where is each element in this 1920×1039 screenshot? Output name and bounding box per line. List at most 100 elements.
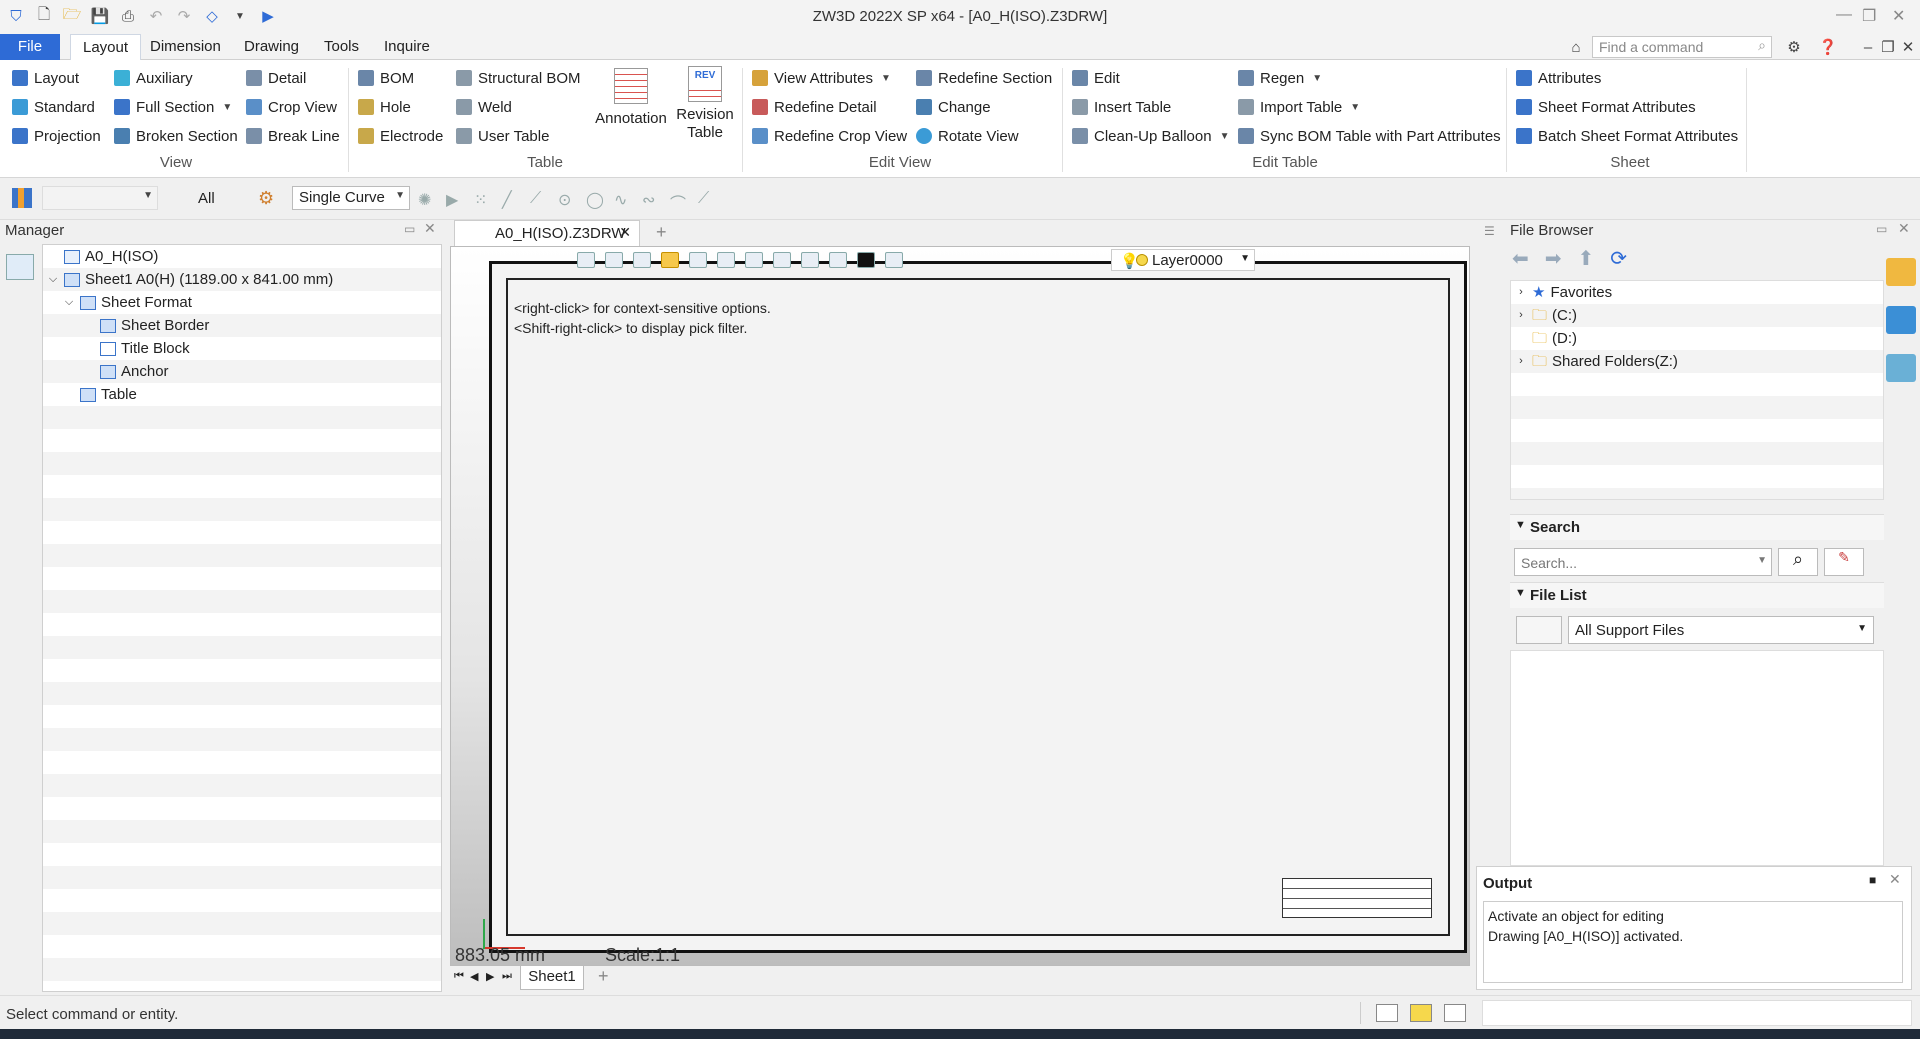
regen-dropdown-icon[interactable]: ▼ xyxy=(1312,73,1322,84)
regen-button[interactable]: Regen ▼ xyxy=(1238,66,1322,90)
close-tab-icon[interactable]: ✕ xyxy=(619,224,631,241)
pick-center-icon[interactable]: ⊙ xyxy=(558,190,571,210)
folder-dock-icon[interactable] xyxy=(1886,258,1916,286)
attributes-button[interactable]: Attributes xyxy=(1516,66,1601,90)
app-logo-icon[interactable]: ⛉ xyxy=(6,6,26,26)
tree-item-sheet1[interactable]: ⌵ Sheet1 A0(H) (1189.00 x 841.00 mm) xyxy=(47,268,333,291)
minimize-icon[interactable]: — xyxy=(1836,6,1852,24)
pick-wave-icon[interactable]: ∾ xyxy=(642,190,655,210)
tree-item-title-block[interactable]: Title Block xyxy=(83,337,190,360)
layout-button[interactable]: Layout xyxy=(12,66,79,90)
electrode-button[interactable]: Electrode xyxy=(358,124,443,148)
add-tab-icon[interactable]: + xyxy=(656,222,667,243)
save-icon[interactable]: 💾 xyxy=(90,6,110,26)
pick-play-icon[interactable]: ▶ xyxy=(446,190,458,210)
file-browser-pin-icon[interactable]: ▭ xyxy=(1876,222,1887,236)
customize-dropdown-icon[interactable]: ▼ xyxy=(230,6,250,26)
edit-table-button[interactable]: Edit xyxy=(1072,66,1120,90)
document-tab[interactable]: A0_H(ISO).Z3DRW ✕ xyxy=(454,220,640,246)
tree-item-sheet-format[interactable]: ⌵ Sheet Format xyxy=(63,291,192,314)
view-mode-icon[interactable] xyxy=(1516,616,1562,644)
tree-item-shared[interactable]: › 🗀 Shared Folders(Z:) xyxy=(1515,350,1678,373)
tree-item-anchor[interactable]: Anchor xyxy=(83,360,169,383)
insert-table-button[interactable]: Insert Table xyxy=(1072,95,1171,119)
clean-up-balloon-button[interactable]: Clean-Up Balloon ▼ xyxy=(1072,124,1229,148)
detail-button[interactable]: Detail xyxy=(246,66,306,90)
weld-button[interactable]: Weld xyxy=(456,95,512,119)
view-tool-icon[interactable] xyxy=(577,252,595,268)
pen-icon[interactable] xyxy=(605,252,623,268)
pick-options-icon[interactable]: ⚙ xyxy=(258,188,274,209)
chevron-right-icon[interactable]: › xyxy=(1515,281,1527,304)
color-swatch-icon[interactable] xyxy=(857,252,875,268)
select-box-icon[interactable] xyxy=(829,252,847,268)
layers-dock-icon[interactable] xyxy=(1886,354,1916,382)
status-display-icon[interactable] xyxy=(1410,1004,1432,1022)
chevron-right-icon[interactable]: › xyxy=(1515,350,1527,373)
pick-point-icon[interactable]: ✺ xyxy=(418,190,431,210)
undo-icon[interactable]: ↶ xyxy=(146,6,166,26)
refresh-icon[interactable]: ⟳ xyxy=(1610,246,1627,271)
manager-close-icon[interactable]: ✕ xyxy=(424,220,436,237)
drawing-canvas[interactable]: <right-click> for context-sensitive opti… xyxy=(450,246,1470,966)
file-browser-close-icon[interactable]: ✕ xyxy=(1898,220,1910,237)
view-attributes-dropdown-icon[interactable]: ▼ xyxy=(881,73,891,84)
pick-spline-icon[interactable]: ∿ xyxy=(614,190,627,210)
search-section-header[interactable]: ▼ Search xyxy=(1510,514,1884,540)
rebuild-icon[interactable]: ◇ xyxy=(202,6,222,26)
output-close-icon[interactable]: ✕ xyxy=(1889,871,1901,888)
chevron-down-icon[interactable]: ⌵ xyxy=(47,268,59,291)
file-search-input[interactable]: Search... ▼ xyxy=(1514,548,1772,576)
redefine-detail-button[interactable]: Redefine Detail xyxy=(752,95,877,119)
pick-tangent-icon[interactable]: ⟋ xyxy=(530,190,541,208)
active-view-icon[interactable] xyxy=(661,252,679,268)
clear-search-icon[interactable]: ✎ xyxy=(1824,548,1864,576)
tree-item-favorites[interactable]: › ★ Favorites xyxy=(1515,281,1612,304)
sheet-format-attributes-button[interactable]: Sheet Format Attributes xyxy=(1516,95,1696,119)
snap-icon[interactable] xyxy=(689,252,707,268)
view-attributes-button[interactable]: View Attributes ▼ xyxy=(752,66,891,90)
crop-view-button[interactable]: Crop View xyxy=(246,95,337,119)
forward-icon[interactable]: ➡ xyxy=(1545,246,1562,271)
redefine-section-button[interactable]: Redefine Section xyxy=(916,66,1052,90)
file-list-area[interactable] xyxy=(1510,650,1884,866)
tab-drawing[interactable]: Drawing xyxy=(232,34,311,60)
tree-item-table[interactable]: Table xyxy=(63,383,137,406)
up-icon[interactable]: ⬆ xyxy=(1578,246,1595,271)
first-sheet-icon[interactable]: ⏮ xyxy=(454,970,464,983)
standard-button[interactable]: Standard xyxy=(12,95,95,119)
tab-inquire[interactable]: Inquire xyxy=(372,34,442,60)
full-section-button[interactable]: Full Section ▼ xyxy=(114,95,232,119)
sheet-tab[interactable]: Sheet1 xyxy=(520,966,584,990)
user-table-button[interactable]: User Table xyxy=(456,124,549,148)
panel-menu-icon[interactable]: ☰ xyxy=(1484,224,1495,238)
doc-restore-icon[interactable]: ❐ xyxy=(1878,37,1898,57)
pick-circle-icon[interactable]: ◯ xyxy=(586,190,604,210)
hole-button[interactable]: Hole xyxy=(358,95,411,119)
tab-tools[interactable]: Tools xyxy=(312,34,371,60)
doc-close-icon[interactable]: ✕ xyxy=(1898,37,1918,57)
batch-sheet-format-attributes-button[interactable]: Batch Sheet Format Attributes xyxy=(1516,124,1738,148)
layer-combo[interactable]: 💡 Layer0000 ▼ xyxy=(1111,249,1255,271)
change-button[interactable]: Change xyxy=(916,95,991,119)
curve-mode-combo[interactable]: Single Curve ▼ xyxy=(292,186,410,210)
help-icon[interactable]: ❓ xyxy=(1818,37,1838,57)
import-table-dropdown-icon[interactable]: ▼ xyxy=(1350,102,1360,113)
command-search-input[interactable]: Find a command ⌕ xyxy=(1592,36,1772,58)
search-icon[interactable]: ⌕ xyxy=(1778,548,1818,576)
annotation-button[interactable]: Annotation xyxy=(592,68,670,128)
tab-dimension[interactable]: Dimension xyxy=(138,34,233,60)
file-list-section-header[interactable]: ▼ File List xyxy=(1510,582,1884,608)
break-line-button[interactable]: Break Line xyxy=(246,124,340,148)
rotate-view-button[interactable]: Rotate View xyxy=(916,124,1019,148)
filter-icon[interactable] xyxy=(12,188,32,208)
tab-layout[interactable]: Layout xyxy=(70,34,142,60)
revision-table-button[interactable]: REV Revision Table xyxy=(676,66,734,142)
run-icon[interactable]: ▶ xyxy=(258,6,278,26)
pick-ray-icon[interactable]: ⟋ xyxy=(698,190,709,208)
projection-button[interactable]: Projection xyxy=(12,124,101,148)
tree-item-drive-d[interactable]: 🗀 (D:) xyxy=(1515,327,1577,350)
redefine-crop-view-button[interactable]: Redefine Crop View xyxy=(752,124,907,148)
chevron-right-icon[interactable]: › xyxy=(1515,304,1527,327)
chevron-down-icon[interactable]: ⌵ xyxy=(63,291,75,314)
